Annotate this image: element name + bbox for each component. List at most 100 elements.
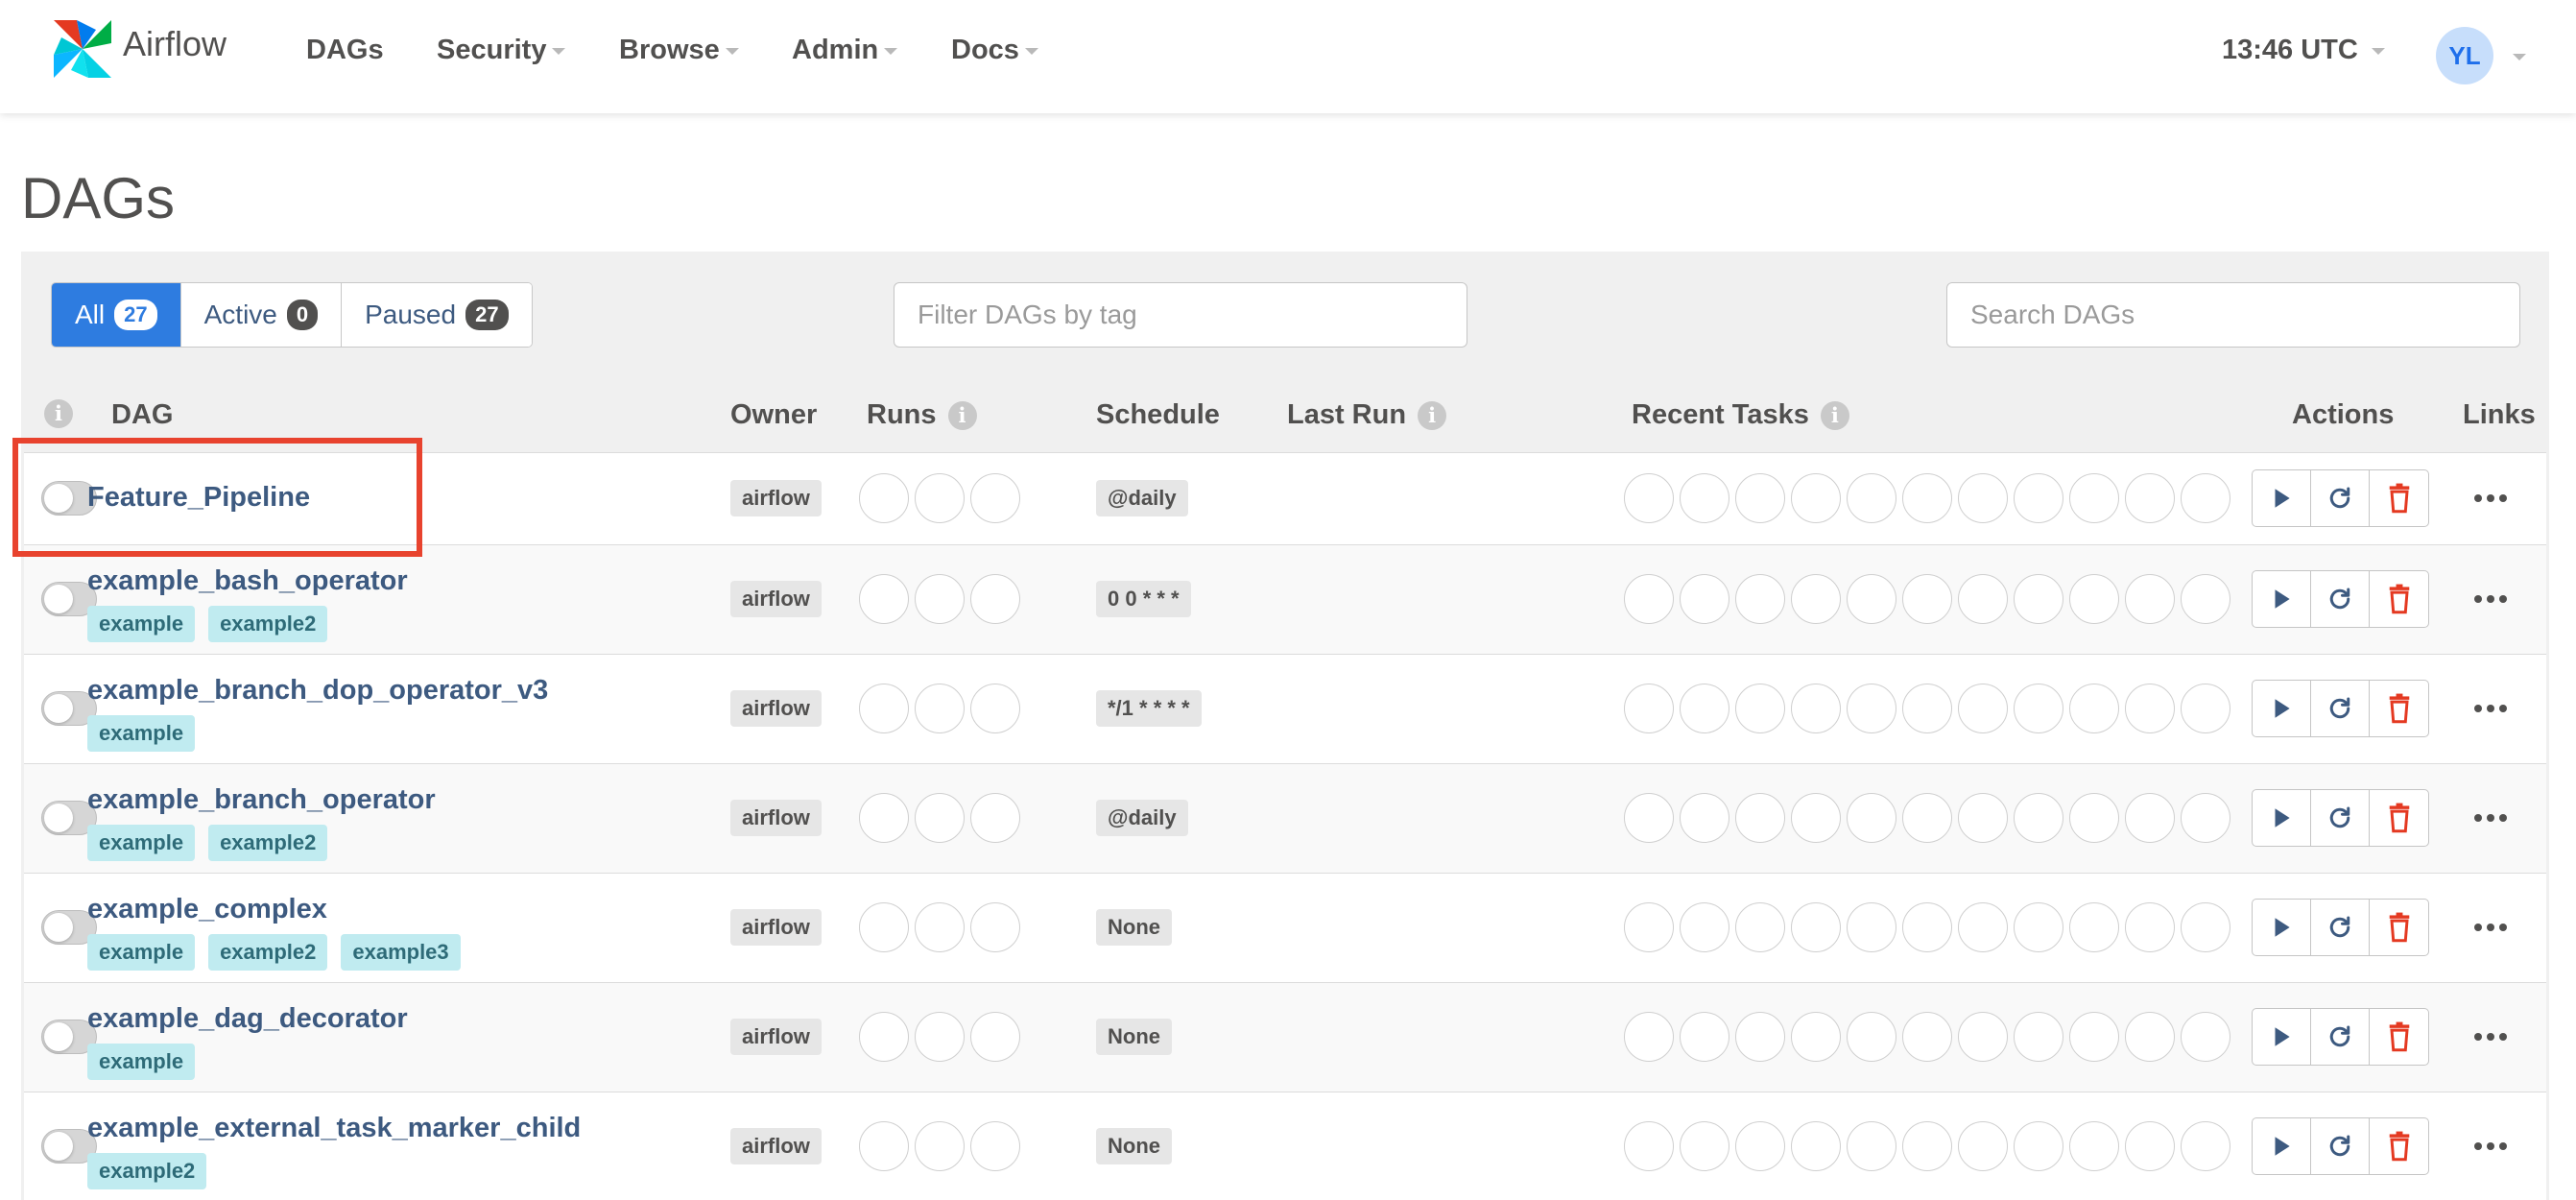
recent-task-status-circle[interactable] <box>1958 473 2008 523</box>
recent-task-status-circle[interactable] <box>2069 1121 2119 1171</box>
col-schedule-header[interactable]: Schedule <box>1096 399 1220 431</box>
trigger-dag-button[interactable] <box>2253 1118 2311 1174</box>
recent-task-status-circle[interactable] <box>1902 574 1952 624</box>
dag-name-link[interactable]: example_branch_operator <box>87 784 436 816</box>
recent-task-status-circle[interactable] <box>2069 574 2119 624</box>
recent-task-status-circle[interactable] <box>1847 574 1896 624</box>
recent-task-status-circle[interactable] <box>2069 902 2119 952</box>
recent-task-status-circle[interactable] <box>2014 1121 2063 1171</box>
recent-task-status-circle[interactable] <box>2181 574 2230 624</box>
recent-task-status-circle[interactable] <box>2181 684 2230 733</box>
recent-task-status-circle[interactable] <box>2125 574 2175 624</box>
dag-owner-badge[interactable]: airflow <box>730 690 822 727</box>
timezone-menu[interactable]: 13:46 UTC <box>2222 35 2385 66</box>
dag-owner-badge[interactable]: airflow <box>730 1019 822 1055</box>
dag-run-status-circle[interactable] <box>915 1121 965 1171</box>
dag-run-status-circle[interactable] <box>859 793 909 843</box>
recent-task-status-circle[interactable] <box>1624 473 1674 523</box>
dag-run-status-circle[interactable] <box>915 793 965 843</box>
tag-filter-input[interactable] <box>894 282 1467 348</box>
more-links-icon[interactable] <box>2474 923 2507 932</box>
dag-run-status-circle[interactable] <box>970 793 1020 843</box>
recent-task-status-circle[interactable] <box>2014 902 2063 952</box>
delete-dag-button[interactable] <box>2370 681 2428 736</box>
recent-task-status-circle[interactable] <box>2014 473 2063 523</box>
dag-run-status-circle[interactable] <box>915 684 965 733</box>
recent-task-status-circle[interactable] <box>2181 793 2230 843</box>
dag-tag[interactable]: example2 <box>208 934 328 971</box>
dag-run-status-circle[interactable] <box>859 902 909 952</box>
dag-owner-badge[interactable]: airflow <box>730 1128 822 1164</box>
delete-dag-button[interactable] <box>2370 1009 2428 1065</box>
recent-task-status-circle[interactable] <box>1958 574 2008 624</box>
recent-task-status-circle[interactable] <box>2125 902 2175 952</box>
recent-task-status-circle[interactable] <box>1680 1121 1729 1171</box>
nav-docs-menu[interactable]: Docs <box>951 35 1038 66</box>
recent-task-status-circle[interactable] <box>1902 684 1952 733</box>
recent-task-status-circle[interactable] <box>2125 684 2175 733</box>
recent-task-status-circle[interactable] <box>2125 473 2175 523</box>
recent-task-status-circle[interactable] <box>1735 684 1785 733</box>
recent-task-status-circle[interactable] <box>1902 1121 1952 1171</box>
refresh-dag-button[interactable] <box>2311 571 2370 627</box>
dag-run-status-circle[interactable] <box>859 684 909 733</box>
recent-task-status-circle[interactable] <box>1624 1121 1674 1171</box>
refresh-dag-button[interactable] <box>2311 681 2370 736</box>
recent-task-status-circle[interactable] <box>1680 793 1729 843</box>
dag-run-status-circle[interactable] <box>970 1012 1020 1062</box>
more-links-icon[interactable] <box>2474 594 2507 604</box>
dag-run-status-circle[interactable] <box>859 1012 909 1062</box>
recent-task-status-circle[interactable] <box>1624 1012 1674 1062</box>
delete-dag-button[interactable] <box>2370 470 2428 526</box>
dag-name-link[interactable]: example_branch_dop_operator_v3 <box>87 675 548 707</box>
recent-task-status-circle[interactable] <box>1680 1012 1729 1062</box>
dag-run-status-circle[interactable] <box>859 1121 909 1171</box>
recent-task-status-circle[interactable] <box>1791 684 1841 733</box>
trigger-dag-button[interactable] <box>2253 681 2311 736</box>
more-links-icon[interactable] <box>2474 1032 2507 1042</box>
more-links-icon[interactable] <box>2474 1141 2507 1151</box>
filter-paused-button[interactable]: Paused 27 <box>342 283 532 347</box>
recent-task-status-circle[interactable] <box>1624 574 1674 624</box>
dag-name-link[interactable]: example_complex <box>87 894 327 925</box>
recent-task-status-circle[interactable] <box>1735 1121 1785 1171</box>
recent-task-status-circle[interactable] <box>1902 473 1952 523</box>
dag-tag[interactable]: example2 <box>208 825 328 861</box>
delete-dag-button[interactable] <box>2370 1118 2428 1174</box>
dag-tag[interactable]: example2 <box>87 1153 207 1189</box>
nav-dags[interactable]: DAGs <box>306 35 384 66</box>
user-avatar[interactable]: YL <box>2436 27 2493 84</box>
info-icon[interactable]: i <box>1820 400 1849 430</box>
recent-task-status-circle[interactable] <box>1958 793 2008 843</box>
nav-security-menu[interactable]: Security <box>437 35 566 66</box>
dag-run-status-circle[interactable] <box>915 902 965 952</box>
recent-task-status-circle[interactable] <box>1791 1012 1841 1062</box>
recent-task-status-circle[interactable] <box>1902 1012 1952 1062</box>
trigger-dag-button[interactable] <box>2253 900 2311 955</box>
refresh-dag-button[interactable] <box>2311 900 2370 955</box>
col-owner-header[interactable]: Owner <box>730 399 817 431</box>
recent-task-status-circle[interactable] <box>1791 1121 1841 1171</box>
recent-task-status-circle[interactable] <box>1958 902 2008 952</box>
recent-task-status-circle[interactable] <box>1847 684 1896 733</box>
dag-owner-badge[interactable]: airflow <box>730 800 822 836</box>
dag-run-status-circle[interactable] <box>859 473 909 523</box>
refresh-dag-button[interactable] <box>2311 1009 2370 1065</box>
recent-task-status-circle[interactable] <box>1902 793 1952 843</box>
dag-tag[interactable]: example <box>87 715 196 752</box>
dag-run-status-circle[interactable] <box>970 473 1020 523</box>
recent-task-status-circle[interactable] <box>2181 902 2230 952</box>
recent-task-status-circle[interactable] <box>1847 1121 1896 1171</box>
delete-dag-button[interactable] <box>2370 790 2428 846</box>
recent-task-status-circle[interactable] <box>1735 902 1785 952</box>
recent-task-status-circle[interactable] <box>1735 1012 1785 1062</box>
more-links-icon[interactable] <box>2474 813 2507 823</box>
info-icon[interactable]: i <box>1418 400 1447 430</box>
dag-run-status-circle[interactable] <box>970 574 1020 624</box>
recent-task-status-circle[interactable] <box>1847 1012 1896 1062</box>
dag-run-status-circle[interactable] <box>970 684 1020 733</box>
refresh-dag-button[interactable] <box>2311 1118 2370 1174</box>
dag-run-status-circle[interactable] <box>970 902 1020 952</box>
col-dag-header[interactable]: DAG <box>111 399 173 431</box>
airflow-logo-link[interactable]: Airflow <box>48 13 227 84</box>
